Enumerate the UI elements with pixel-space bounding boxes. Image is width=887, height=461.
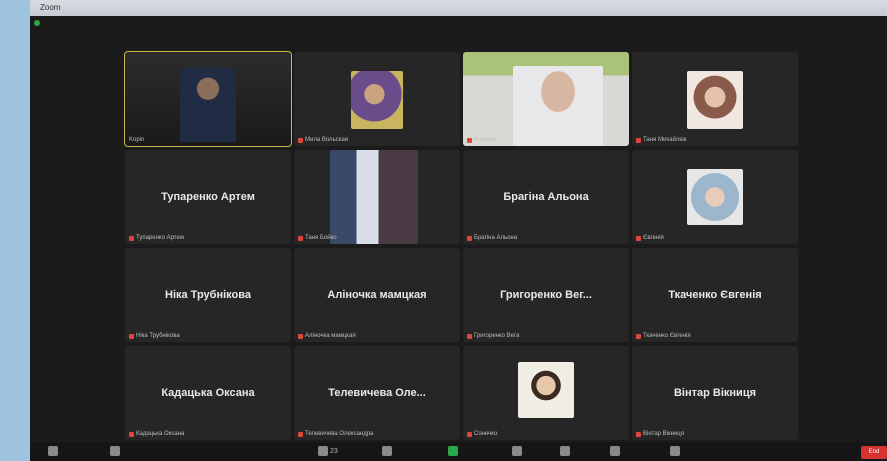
participants-button[interactable]: 23 [318, 445, 338, 457]
participant-tile[interactable]: Тупаренко Артем Тупаренко Артем [125, 150, 291, 244]
participant-tile[interactable]: Вінтар Вікниця Вінтар Вікниця [632, 346, 798, 440]
participant-tile[interactable]: Мила Вольская [294, 52, 460, 146]
participant-label: Мила Вольская [298, 137, 348, 143]
participant-label: Тупаренко Артем [129, 235, 184, 241]
mic-muted-icon [298, 137, 303, 143]
participant-name: Аліночка мамцкая [327, 289, 427, 301]
participant-name: Ніка Трубнікова [165, 289, 251, 301]
mute-button[interactable] [48, 445, 60, 457]
mic-muted-icon [467, 431, 472, 437]
security-shield-icon[interactable] [34, 20, 40, 26]
share-screen-icon [448, 446, 458, 456]
participant-name: Вінтар Вікниця [673, 387, 757, 399]
participant-name: Ткаченко Євгенія [668, 289, 762, 301]
participant-tile[interactable]: Кадацька Оксана Кадацька Оксана [125, 346, 291, 440]
participant-label: Таня Бойко [298, 235, 337, 241]
mic-muted-icon [298, 431, 303, 437]
participant-label: Григоренко Вега [467, 333, 519, 339]
microphone-icon [48, 446, 58, 456]
mic-muted-icon [298, 235, 303, 241]
record-button[interactable] [512, 445, 522, 457]
apps-button[interactable] [610, 445, 620, 457]
reactions-icon [560, 446, 570, 456]
participant-video [518, 362, 574, 418]
mic-muted-icon [129, 333, 134, 339]
participants-count: 23 [330, 447, 338, 455]
participant-tile[interactable]: Брагіна Альона Брагіна Альона [463, 150, 629, 244]
participant-name: Брагіна Альона [503, 191, 589, 203]
participant-tile[interactable]: Аліночка мамцкая Аліночка мамцкая [294, 248, 460, 342]
mic-muted-icon [129, 235, 134, 241]
mic-muted-icon [636, 431, 641, 437]
participant-label: Вінтар Вікниця [636, 431, 684, 437]
gallery-view: Kopin Мила Вольская Вчитель Таня Михайлю… [124, 51, 798, 440]
more-icon [670, 446, 680, 456]
reactions-button[interactable] [560, 445, 570, 457]
participant-label: Ніка Трубнікова [129, 333, 180, 339]
participant-label: Таня Михайлюк [636, 137, 687, 143]
participant-label: Кадацька Оксана [129, 431, 184, 437]
chat-icon [382, 446, 392, 456]
participant-figure [180, 68, 236, 142]
participant-tile[interactable]: Євгенія [632, 150, 798, 244]
participant-video [687, 169, 743, 225]
window-title: Zoom [40, 3, 61, 12]
participant-label: Телевичева Олександра [298, 431, 373, 437]
end-meeting-button[interactable]: End [861, 446, 887, 459]
record-icon [512, 446, 522, 456]
participant-figure [513, 66, 603, 146]
participant-name: Телевичева Оле... [328, 387, 426, 399]
participant-label: Kopin [129, 137, 145, 143]
apps-icon [610, 446, 620, 456]
participant-tile[interactable]: Григоренко Вег... Григоренко Вега [463, 248, 629, 342]
participant-name: Тупаренко Артем [161, 191, 255, 203]
mic-muted-icon [636, 235, 641, 241]
mic-muted-icon [636, 137, 641, 143]
participant-label: Сонечко [467, 431, 497, 437]
mic-muted-icon [636, 333, 641, 339]
mic-muted-icon [129, 431, 134, 437]
participant-video [687, 71, 743, 129]
participant-label: Ткаченко Євгенія [636, 333, 691, 339]
participant-tile[interactable]: Вчитель [463, 52, 629, 146]
participant-video [330, 150, 418, 244]
participant-tile[interactable]: Таня Бойко [294, 150, 460, 244]
mic-muted-icon [467, 333, 472, 339]
meeting-toolbar: 23 End [30, 442, 887, 461]
chat-button[interactable] [382, 445, 394, 457]
participants-icon [318, 446, 328, 456]
more-button[interactable] [670, 445, 680, 457]
participant-tile[interactable]: Таня Михайлюк [632, 52, 798, 146]
participant-tile[interactable]: Ткаченко Євгенія Ткаченко Євгенія [632, 248, 798, 342]
title-bar: Zoom [30, 0, 887, 16]
participant-tile[interactable]: Телевичева Оле... Телевичева Олександра [294, 346, 460, 440]
video-button[interactable] [110, 445, 122, 457]
camera-icon [110, 446, 120, 456]
mic-muted-icon [467, 137, 472, 143]
participant-name: Григоренко Вег... [500, 289, 592, 301]
participant-label: Євгенія [636, 235, 664, 241]
participant-label: Аліночка мамцкая [298, 333, 356, 339]
mic-muted-icon [298, 333, 303, 339]
participant-label: Брагіна Альона [467, 235, 517, 241]
participant-tile[interactable]: Ніка Трубнікова Ніка Трубнікова [125, 248, 291, 342]
participant-tile[interactable]: Сонечко [463, 346, 629, 440]
share-screen-button[interactable] [448, 445, 458, 457]
participant-video [351, 71, 403, 129]
participant-tile[interactable]: Kopin [124, 51, 292, 147]
participant-label: Вчитель [467, 137, 497, 143]
participant-name: Кадацька Оксана [161, 387, 255, 399]
mic-muted-icon [467, 235, 472, 241]
